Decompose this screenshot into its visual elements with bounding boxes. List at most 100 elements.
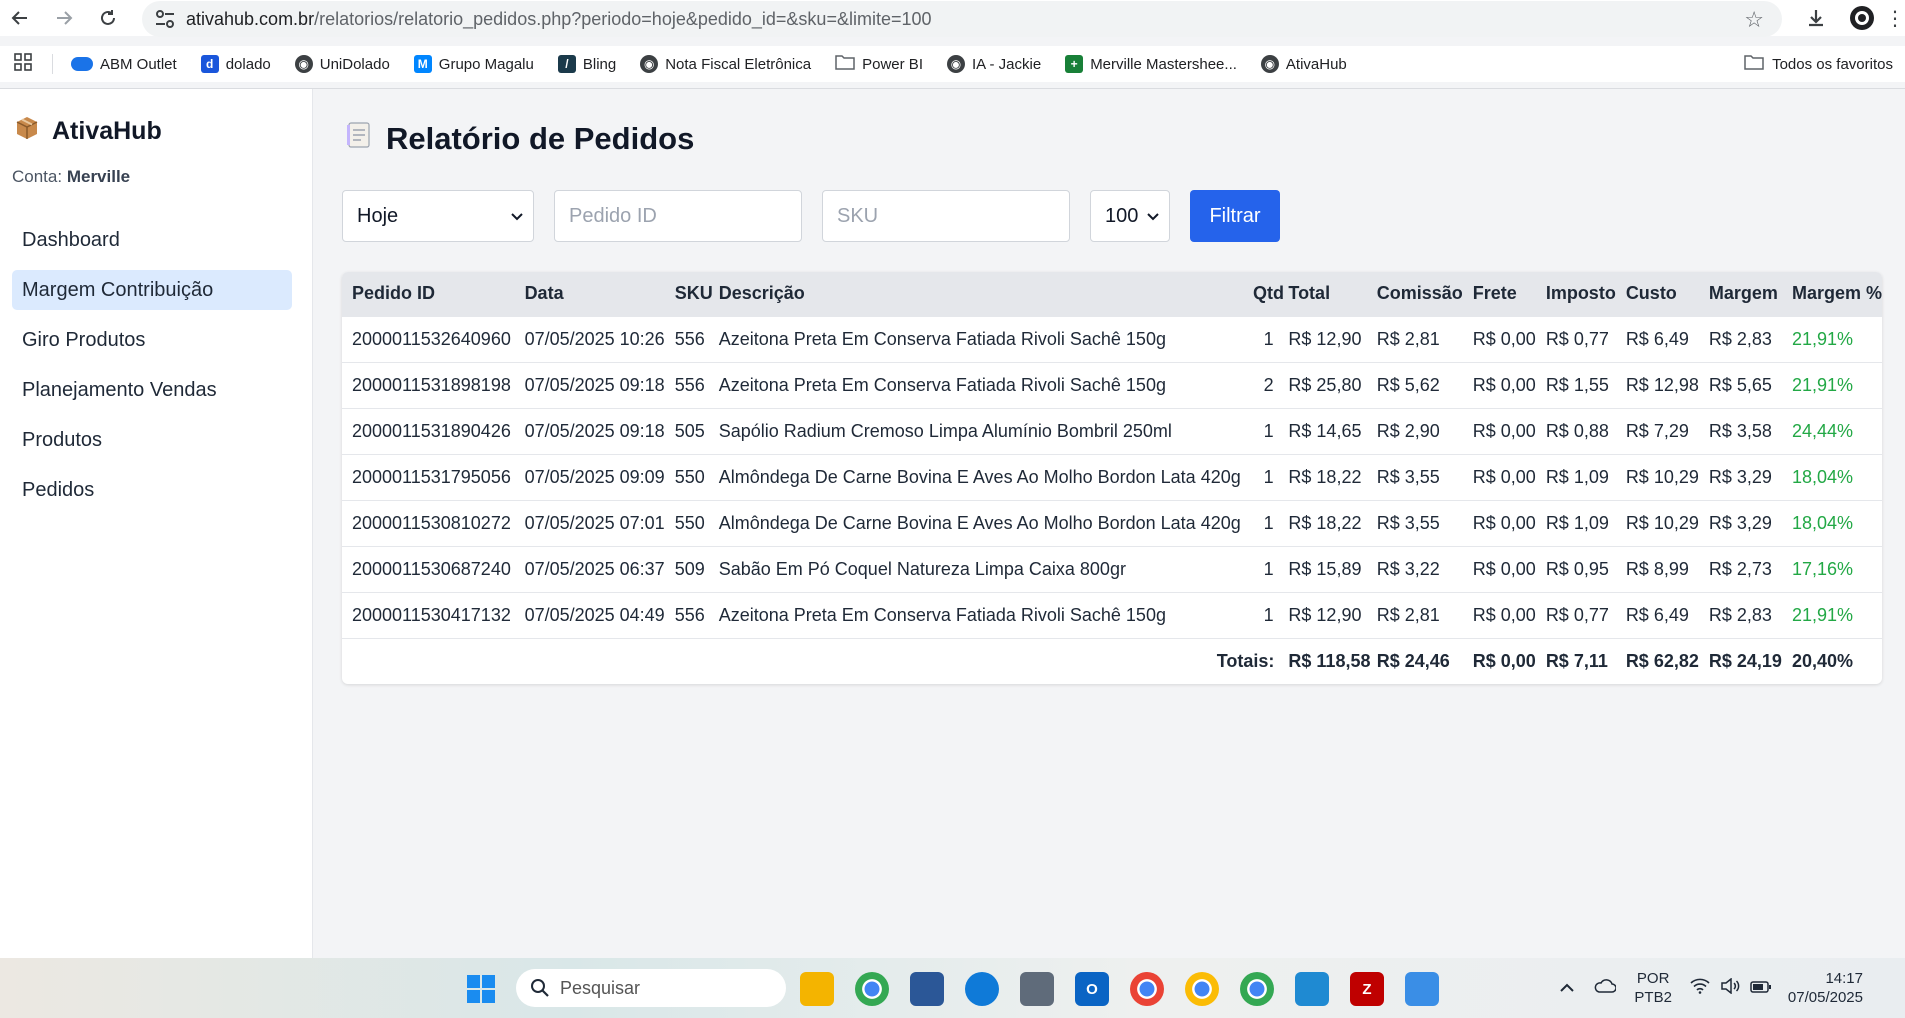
sku-placeholder: SKU [837, 204, 879, 227]
limite-select[interactable]: 100 [1090, 190, 1170, 242]
margem-cell: R$ 2,83 [1698, 315, 1782, 362]
descricao-cell: Almôndega De Carne Bovina E Aves Ao Molh… [712, 499, 1249, 546]
custo-cell: R$ 8,99 [1615, 545, 1699, 592]
windows-start-icon[interactable] [466, 974, 496, 1009]
table-body: 2000011532640960 07/05/2025 10:26 556 Azeit… [342, 315, 1882, 638]
cloud-icon [71, 57, 93, 71]
sidebar-item-pedidos[interactable]: Pedidos [12, 470, 292, 510]
vscode-icon[interactable] [1295, 972, 1329, 1006]
imposto-cell: R$ 1,09 [1535, 499, 1616, 546]
sidebar-item-margem-contribuicao[interactable]: Margem Contribuição [12, 270, 292, 310]
sidebar-item-giro-produtos[interactable]: Giro Produtos [12, 320, 292, 360]
frete-cell: R$ 0,00 [1462, 499, 1536, 546]
store-icon[interactable] [910, 972, 944, 1006]
chrome-icon[interactable] [1240, 972, 1274, 1006]
comissao-cell: R$ 5,62 [1372, 361, 1463, 408]
edge-icon[interactable] [965, 972, 999, 1006]
sidebar-item-label: Dashboard [22, 228, 120, 251]
table-row: 2000011530687240 07/05/2025 06:37 509 Sabão… [342, 545, 1882, 592]
descricao-cell: Sapólio Radium Cremoso Limpa Alumínio Bo… [712, 407, 1249, 454]
sidebar-item-label: Giro Produtos [22, 328, 146, 351]
profile-avatar-icon[interactable] [1839, 5, 1885, 31]
data-cell: 07/05/2025 10:26 [514, 315, 665, 362]
sidebar-item-produtos[interactable]: Produtos [12, 420, 292, 460]
globe-icon: ◉ [946, 55, 965, 73]
sku-cell: 556 [664, 591, 713, 638]
margem-pct-cell: 21,91% [1781, 591, 1882, 638]
sidebar-item-dashboard[interactable]: Dashboard [12, 220, 292, 260]
taskbar-clock[interactable]: 14:17 07/05/2025 [1788, 969, 1863, 1007]
download-icon[interactable] [1793, 7, 1839, 29]
apps-grid-icon[interactable] [14, 53, 32, 75]
chrome-icon[interactable] [855, 972, 889, 1006]
periodo-select[interactable]: Hoje [342, 190, 534, 242]
descricao-cell: Sabão Em Pó Coquel Natureza Limpa Caixa … [712, 545, 1249, 592]
brand[interactable]: AtivaHub [14, 115, 162, 148]
filter-button[interactable]: Filtrar [1190, 190, 1280, 242]
sku-input[interactable]: SKU [822, 190, 1070, 242]
frete-cell: R$ 0,00 [1462, 315, 1536, 362]
bookmark-abm-outlet[interactable]: ABM Outlet [71, 56, 177, 73]
menu-kebab-icon[interactable]: ⋮ [1885, 6, 1905, 31]
outlook-icon[interactable]: O [1075, 972, 1109, 1006]
imposto-cell: R$ 0,77 [1535, 591, 1616, 638]
filezilla-icon[interactable]: Z [1350, 972, 1384, 1006]
all-bookmarks[interactable]: Todos os favoritos [1744, 46, 1893, 82]
imposto-cell: R$ 1,09 [1535, 453, 1616, 500]
bookmark-unidolado[interactable]: ◉ UniDolado [294, 55, 390, 73]
taskbar-search[interactable]: Pesquisar [516, 969, 786, 1007]
address-bar[interactable]: ativahub.com.br/relatorios/relatorio_ped… [142, 1, 1782, 37]
chrome-icon[interactable] [1130, 972, 1164, 1006]
chevron-up-icon[interactable] [1560, 980, 1575, 997]
m-icon: M [413, 55, 432, 73]
imposto-cell: R$ 0,95 [1535, 545, 1616, 592]
volume-icon[interactable] [1720, 977, 1740, 998]
pedido-id-input[interactable]: Pedido ID [554, 190, 802, 242]
arrow-left-icon [11, 11, 27, 25]
globe-icon: ◉ [1260, 55, 1279, 73]
bookmark-star-icon[interactable]: ☆ [1744, 7, 1764, 33]
site-settings-icon[interactable] [154, 9, 176, 29]
bookmark-bling[interactable]: / Bling [557, 55, 616, 73]
column-header: Comissão [1376, 283, 1463, 304]
clock-date: 07/05/2025 [1787, 989, 1863, 1006]
column-header: SKU [674, 283, 713, 304]
table-row: 2000011532640960 07/05/2025 10:26 556 Azeit… [342, 315, 1882, 362]
bookmark-ativahub[interactable]: ◉ AtivaHub [1260, 55, 1347, 73]
folder-icon [835, 54, 855, 74]
limite-value: 100 [1105, 204, 1139, 227]
wifi-icon[interactable] [1690, 978, 1710, 998]
chrome-active-icon[interactable] [1185, 972, 1219, 1006]
frete-sum: R$ 0,00 [1462, 637, 1536, 684]
column-header: Pedido ID [352, 283, 436, 304]
imposto-sum: R$ 7,11 [1535, 637, 1616, 684]
pedido-id-cell: 2000011531795056 [342, 453, 515, 500]
notepad-icon[interactable] [1405, 972, 1439, 1006]
reload-button[interactable] [88, 0, 128, 36]
windows-taskbar: Pesquisar O Z POR PTB2 14:17 07/05/2025 [0, 958, 1905, 1018]
onedrive-cloud-icon[interactable] [1594, 979, 1618, 997]
file-explorer-icon[interactable] [800, 972, 834, 1006]
sku-cell: 550 [664, 453, 713, 500]
bookmark-merville-mastersheet[interactable]: + Merville Mastershee... [1065, 55, 1237, 73]
battery-icon[interactable] [1750, 980, 1772, 997]
sidebar-item-planejamento-vendas[interactable]: Planejamento Vendas [12, 370, 292, 410]
sheets-icon: + [1065, 55, 1084, 73]
sidebar-item-label: Pedidos [22, 478, 95, 501]
total-cell: R$ 15,89 [1284, 545, 1373, 592]
calculator-icon[interactable] [1020, 972, 1054, 1006]
input-language[interactable]: POR PTB2 [1634, 969, 1672, 1007]
margem-pct-cell: 17,16% [1781, 545, 1882, 592]
bookmark-grupo-magalu[interactable]: M Grupo Magalu [413, 55, 534, 73]
bookmark-ia-jackie[interactable]: ◉ IA - Jackie [946, 55, 1041, 73]
globe-icon: ◉ [640, 55, 659, 73]
forward-button[interactable] [44, 0, 84, 36]
back-button[interactable] [0, 0, 40, 36]
frete-cell: R$ 0,00 [1462, 407, 1536, 454]
table-row: 2000011531898198 07/05/2025 09:18 556 Azeit… [342, 361, 1882, 408]
bookmark-nota-fiscal[interactable]: ◉ Nota Fiscal Eletrônica [640, 55, 811, 73]
pedido-id-cell: 2000011531890426 [342, 407, 515, 454]
bookmark-dolado[interactable]: d dolado [200, 55, 271, 73]
bookmark-power-bi[interactable]: Power BI [835, 54, 923, 74]
sku-cell: 505 [664, 407, 713, 454]
